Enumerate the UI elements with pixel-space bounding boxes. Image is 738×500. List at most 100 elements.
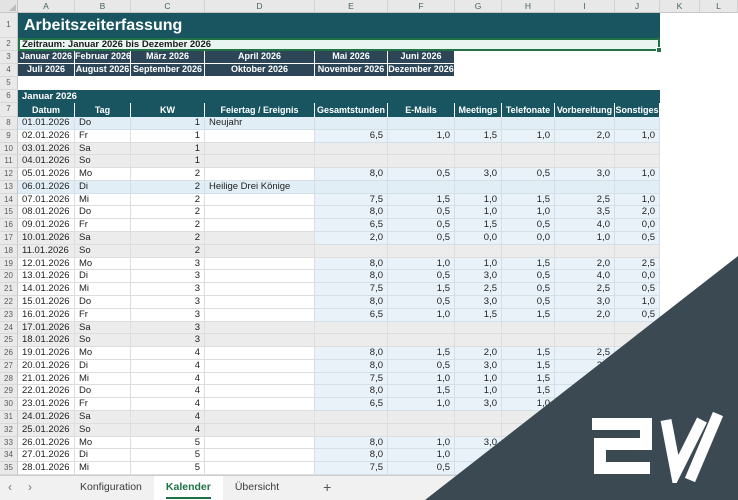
cell-meetings[interactable]: 3,0 bbox=[455, 398, 502, 411]
cell-sonstiges[interactable]: 0,0 bbox=[615, 270, 660, 284]
month-button-mai-2026[interactable]: Mai 2026 bbox=[315, 51, 388, 64]
empty-sheet-area[interactable] bbox=[660, 103, 738, 117]
row-number[interactable]: 12 bbox=[0, 168, 18, 181]
cell-feiertag[interactable]: Heilige Drei Könige bbox=[205, 180, 315, 194]
cell-tag[interactable]: So bbox=[75, 423, 131, 437]
cell-sonstiges[interactable] bbox=[615, 142, 660, 156]
row-number[interactable]: 14 bbox=[0, 193, 18, 207]
cell-feiertag[interactable] bbox=[205, 359, 315, 373]
column-header-D[interactable]: D bbox=[205, 0, 315, 12]
cell-gesamtstunden[interactable]: 8,0 bbox=[315, 168, 388, 181]
cell-feiertag[interactable] bbox=[205, 193, 315, 207]
cell-meetings[interactable]: 1,0 bbox=[455, 206, 502, 220]
row-number[interactable]: 34 bbox=[0, 449, 18, 463]
cell-vorbereitung[interactable]: 2,5 bbox=[555, 347, 615, 360]
row-number[interactable]: 6 bbox=[0, 90, 18, 103]
row-number[interactable]: 23 bbox=[0, 308, 18, 322]
cell-datum[interactable]: 20.01.2026 bbox=[18, 359, 75, 373]
row-number[interactable]: 17 bbox=[0, 232, 18, 245]
month-button-juni-2026[interactable]: Juni 2026 bbox=[388, 51, 455, 64]
cell-tag[interactable]: Di bbox=[75, 449, 131, 463]
month-button-märz-2026[interactable]: März 2026 bbox=[131, 51, 205, 64]
cell-tag[interactable]: Mo bbox=[75, 347, 131, 360]
cell-meetings[interactable] bbox=[455, 142, 502, 156]
cell-meetings[interactable]: 3,0 bbox=[455, 295, 502, 309]
cell-emails[interactable]: 0,5 bbox=[388, 462, 455, 475]
cell-feiertag[interactable] bbox=[205, 410, 315, 424]
cell-kw[interactable]: 2 bbox=[131, 206, 205, 220]
cell-vorbereitung[interactable] bbox=[555, 117, 615, 130]
cell-feiertag[interactable] bbox=[205, 372, 315, 386]
cell-meetings[interactable] bbox=[455, 321, 502, 335]
cell-feiertag[interactable] bbox=[205, 270, 315, 284]
cell-kw[interactable]: 3 bbox=[131, 283, 205, 296]
cell-kw[interactable]: 5 bbox=[131, 436, 205, 450]
cell-tag[interactable]: Do bbox=[75, 295, 131, 309]
cell-feiertag[interactable] bbox=[205, 142, 315, 156]
cell-datum[interactable]: 01.01.2026 bbox=[18, 117, 75, 130]
cell-sonstiges[interactable]: 0,0 bbox=[615, 219, 660, 233]
row-number[interactable]: 16 bbox=[0, 219, 18, 233]
cell-emails[interactable]: 1,5 bbox=[388, 385, 455, 399]
cell-datum[interactable]: 06.01.2026 bbox=[18, 180, 75, 194]
cell-feiertag[interactable] bbox=[205, 334, 315, 348]
row-number[interactable]: 27 bbox=[0, 359, 18, 373]
cell-gesamtstunden[interactable]: 8,0 bbox=[315, 206, 388, 220]
cell-telefonate[interactable] bbox=[502, 244, 555, 258]
cell-gesamtstunden[interactable]: 8,0 bbox=[315, 436, 388, 450]
cell-telefonate[interactable]: 1,5 bbox=[502, 193, 555, 207]
cell-tag[interactable]: Do bbox=[75, 385, 131, 399]
cell-telefonate[interactable]: 1,0 bbox=[502, 206, 555, 220]
cell-feiertag[interactable] bbox=[205, 462, 315, 475]
empty-sheet-area[interactable] bbox=[18, 77, 738, 90]
cell-telefonate[interactable]: 0,5 bbox=[502, 295, 555, 309]
cell-datum[interactable]: 16.01.2026 bbox=[18, 308, 75, 322]
cell-feiertag[interactable] bbox=[205, 168, 315, 181]
row-number[interactable]: 32 bbox=[0, 423, 18, 437]
cell-meetings[interactable] bbox=[455, 410, 502, 424]
cell-tag[interactable]: So bbox=[75, 155, 131, 169]
cell-sonstiges[interactable]: 1,0 bbox=[615, 168, 660, 181]
cell-tag[interactable]: Di bbox=[75, 180, 131, 194]
cell-tag[interactable]: So bbox=[75, 334, 131, 348]
cell-gesamtstunden[interactable]: 8,0 bbox=[315, 257, 388, 271]
row-number[interactable]: 21 bbox=[0, 283, 18, 296]
cell-gesamtstunden[interactable]: 8,0 bbox=[315, 359, 388, 373]
cell-kw[interactable]: 3 bbox=[131, 308, 205, 322]
add-sheet-icon[interactable]: + bbox=[317, 476, 337, 500]
cell-feiertag[interactable] bbox=[205, 244, 315, 258]
cell-vorbereitung[interactable]: 3,0 bbox=[555, 295, 615, 309]
cell-tag[interactable]: Fr bbox=[75, 129, 131, 143]
cell-emails[interactable] bbox=[388, 334, 455, 348]
cell-telefonate[interactable]: 1,5 bbox=[502, 385, 555, 399]
cell-gesamtstunden[interactable]: 7,5 bbox=[315, 372, 388, 386]
tab-uebersicht[interactable]: Übersicht bbox=[223, 476, 291, 500]
month-button-februar-2026[interactable]: Februar 2026 bbox=[75, 51, 131, 64]
cell-telefonate[interactable]: 1,5 bbox=[502, 372, 555, 386]
cell-vorbereitung[interactable]: 3,5 bbox=[555, 206, 615, 220]
cell-emails[interactable] bbox=[388, 244, 455, 258]
row-number[interactable]: 10 bbox=[0, 142, 18, 156]
cell-sonstiges[interactable]: 1,0 bbox=[615, 129, 660, 143]
cell-feiertag[interactable] bbox=[205, 206, 315, 220]
cell-emails[interactable]: 1,0 bbox=[388, 257, 455, 271]
empty-sheet-area[interactable] bbox=[660, 180, 738, 194]
cell-meetings[interactable] bbox=[455, 117, 502, 130]
cell-tag[interactable]: Di bbox=[75, 270, 131, 284]
cell-meetings[interactable]: 0,0 bbox=[455, 232, 502, 245]
cell-telefonate[interactable]: 1,5 bbox=[502, 308, 555, 322]
column-header-I[interactable]: I bbox=[555, 0, 615, 12]
column-header-B[interactable]: B bbox=[75, 0, 131, 12]
cell-emails[interactable]: 0,5 bbox=[388, 270, 455, 284]
cell-gesamtstunden[interactable]: 2,0 bbox=[315, 232, 388, 245]
cell-kw[interactable]: 1 bbox=[131, 142, 205, 156]
empty-sheet-area[interactable] bbox=[660, 117, 738, 130]
empty-sheet-area[interactable] bbox=[660, 90, 738, 103]
cell-datum[interactable]: 22.01.2026 bbox=[18, 385, 75, 399]
row-number[interactable]: 30 bbox=[0, 398, 18, 411]
cell-feiertag[interactable] bbox=[205, 283, 315, 296]
cell-kw[interactable]: 3 bbox=[131, 295, 205, 309]
cell-gesamtstunden[interactable]: 8,0 bbox=[315, 449, 388, 463]
cell-vorbereitung[interactable] bbox=[555, 155, 615, 169]
cell-tag[interactable]: Mi bbox=[75, 462, 131, 475]
